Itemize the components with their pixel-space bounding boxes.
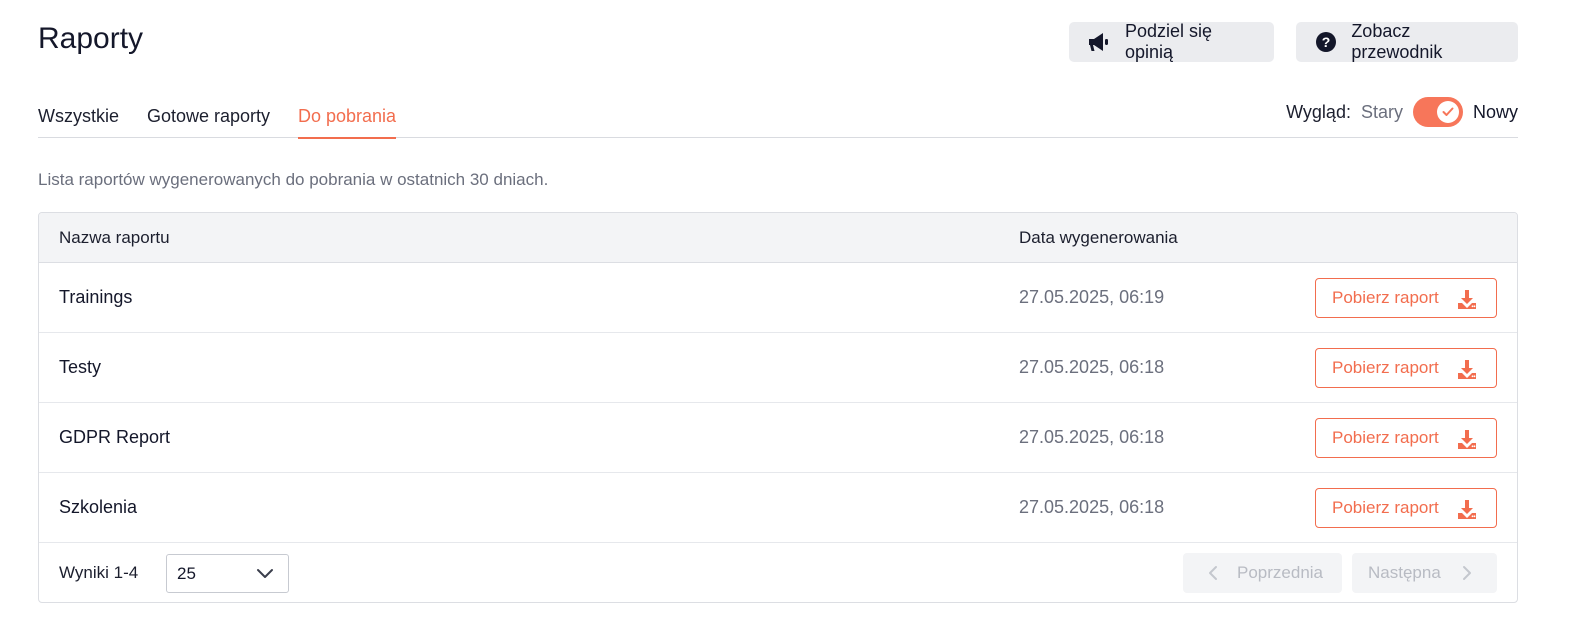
page-description: Lista raportów wygenerowanych do pobrani… (38, 170, 549, 189)
download-report-label: Pobierz raport (1332, 358, 1439, 377)
report-name: Trainings (59, 287, 133, 307)
guide-label: Zobacz przewodnik (1351, 21, 1443, 62)
report-name: Testy (59, 357, 102, 377)
page-size-value: 25 (177, 564, 196, 583)
view-toggle-off-label: Stary (1360, 101, 1403, 122)
check-icon (1436, 101, 1459, 123)
table-row: Testy 27.05.2025, 06:18 Pobierz raport (39, 333, 1517, 403)
table-row: Szkolenia 27.05.2025, 06:18 Pobierz rapo… (39, 473, 1517, 543)
megaphone-icon (1087, 30, 1111, 54)
previous-page-button[interactable]: Poprzednia (1183, 553, 1342, 593)
chevron-down-icon (257, 569, 273, 578)
table-header: Nazwa raportu Data wygenerowania (39, 213, 1517, 263)
feedback-button[interactable]: Podziel się opinią (1069, 21, 1274, 62)
pagination: Poprzednia Następna (1183, 553, 1497, 593)
previous-page-label: Poprzednia (1237, 563, 1324, 582)
guide-button[interactable]: ? Zobacz przewodnik (1296, 21, 1518, 62)
report-date: 27.05.2025, 06:19 (1019, 287, 1165, 307)
download-report-label: Pobierz raport (1332, 428, 1439, 447)
table-row: Trainings 27.05.2025, 06:19 Pobierz rapo… (39, 263, 1517, 333)
download-report-button[interactable]: Pobierz raport (1315, 418, 1497, 458)
page-size-select[interactable]: 25 (166, 554, 289, 593)
download-report-button[interactable]: Pobierz raport (1315, 348, 1497, 388)
view-toggle: Wygląd: Stary Nowy (1286, 97, 1518, 127)
report-date: 27.05.2025, 06:18 (1019, 497, 1165, 517)
next-page-button[interactable]: Następna (1352, 553, 1497, 593)
table-footer: Wyniki 1-4 25 Poprzednia Następna (39, 543, 1517, 602)
svg-text:?: ? (1321, 34, 1330, 50)
report-name: Szkolenia (59, 497, 138, 517)
report-name: GDPR Report (59, 427, 171, 447)
report-date: 27.05.2025, 06:18 (1019, 427, 1165, 447)
view-toggle-label: Wygląd: (1286, 101, 1351, 122)
tab-downloads[interactable]: Do pobrania (298, 106, 397, 139)
tab-all[interactable]: Wszystkie (38, 106, 119, 137)
download-icon (1458, 500, 1476, 519)
question-circle-icon: ? (1314, 30, 1337, 54)
download-icon (1458, 430, 1476, 449)
chevron-right-icon (1462, 566, 1471, 580)
page-title: Raporty (38, 22, 144, 55)
feedback-label: Podziel się opinią (1125, 21, 1213, 62)
download-report-button[interactable]: Pobierz raport (1315, 278, 1497, 318)
download-report-label: Pobierz raport (1332, 288, 1439, 307)
view-toggle-on-label: Nowy (1472, 101, 1518, 122)
view-switch[interactable] (1412, 97, 1463, 127)
next-page-label: Następna (1368, 563, 1441, 582)
report-date: 27.05.2025, 06:18 (1019, 357, 1165, 377)
header-actions: Podziel się opinią ? Zobacz przewodnik (1069, 21, 1518, 62)
results-count: Wyniki 1-4 (59, 563, 139, 582)
download-icon (1458, 360, 1476, 379)
reports-table: Nazwa raportu Data wygenerowania Trainin… (38, 212, 1518, 603)
column-header-name: Nazwa raportu (59, 228, 170, 247)
chevron-left-icon (1209, 566, 1217, 580)
tab-ready-reports[interactable]: Gotowe raporty (147, 106, 270, 137)
download-report-label: Pobierz raport (1332, 498, 1439, 517)
download-icon (1458, 290, 1476, 309)
download-report-button[interactable]: Pobierz raport (1315, 488, 1497, 528)
column-header-date: Data wygenerowania (1019, 228, 1178, 247)
table-row: GDPR Report 27.05.2025, 06:18 Pobierz ra… (39, 403, 1517, 473)
